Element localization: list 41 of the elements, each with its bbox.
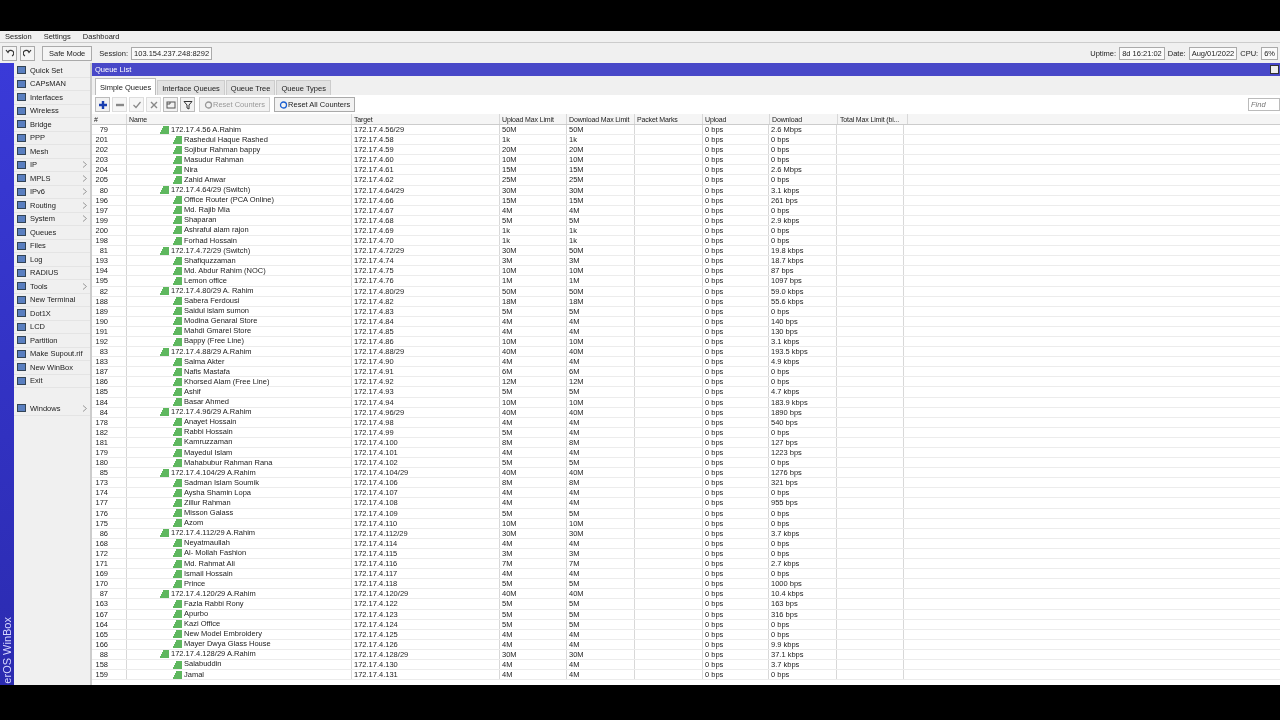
tile-icon: [17, 349, 26, 358]
tile-icon: [17, 66, 26, 75]
tile-icon: [17, 322, 26, 331]
tile-icon: [17, 147, 26, 156]
tile-icon: [17, 93, 26, 102]
tile-icon: [17, 295, 26, 304]
tile-icon: [17, 228, 26, 237]
undo-icon: [5, 48, 14, 58]
brand-label: erOS WinBox: [0, 617, 14, 684]
check-icon: [131, 99, 142, 110]
tile-icon: [17, 336, 26, 345]
tile-icon: [17, 376, 26, 385]
tile-icon: [17, 133, 26, 142]
tile-icon: [17, 106, 26, 115]
tile-icon: [17, 187, 26, 196]
redo-button[interactable]: [20, 45, 35, 61]
reset-icon: [279, 100, 289, 109]
redo-icon: [23, 48, 32, 58]
tile-icon: [17, 255, 26, 264]
comment-button[interactable]: [163, 97, 178, 112]
tile-icon: [17, 404, 26, 413]
undo-button[interactable]: [2, 45, 17, 61]
filter-icon: [182, 99, 193, 110]
cross-icon: [148, 99, 159, 110]
tile-icon: [17, 282, 26, 291]
note-icon: [165, 99, 176, 110]
tile-icon: [17, 363, 26, 372]
tile-icon: [17, 120, 26, 129]
add-button[interactable]: [95, 97, 110, 112]
tile-icon: [17, 201, 26, 210]
tile-icon: [17, 309, 26, 318]
tile-icon: [17, 241, 26, 250]
window-button[interactable]: [1270, 65, 1279, 74]
tile-icon: [17, 160, 26, 169]
tile-icon: [17, 174, 26, 183]
reset-icon: [204, 100, 213, 109]
filter-button[interactable]: [180, 97, 195, 112]
add-icon: [97, 99, 108, 110]
tile-icon: [17, 268, 26, 277]
tile-icon: [17, 79, 26, 88]
tile-icon: [17, 214, 26, 223]
